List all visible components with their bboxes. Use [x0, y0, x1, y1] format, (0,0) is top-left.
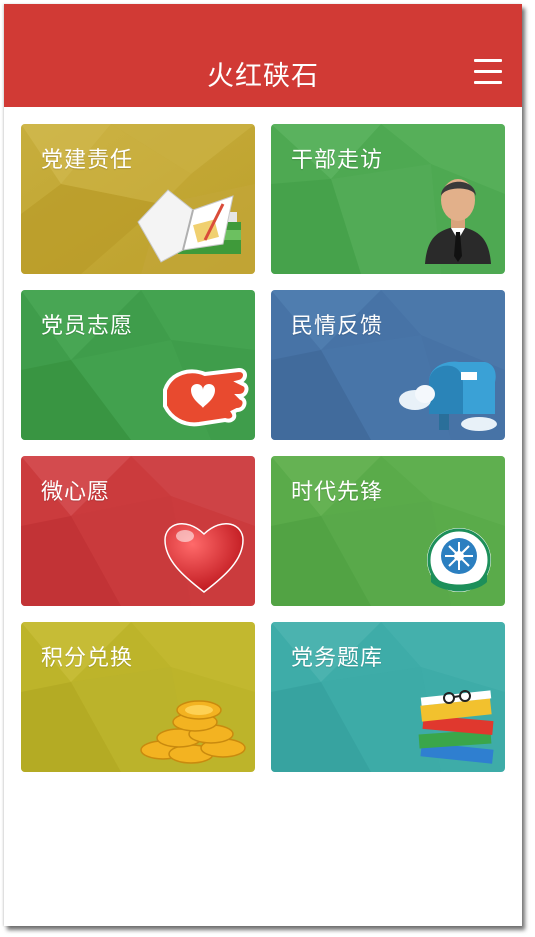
tile-label: 积分兑换	[41, 646, 134, 671]
gold-coins-icon	[140, 700, 246, 764]
tile-micro-wish[interactable]: 微心愿	[21, 456, 255, 606]
tile-label: 党员志愿	[41, 314, 134, 339]
phone-screen: 火红硖石 党建责任 干部走访 党员志愿 民情反馈 微心愿 时代先锋 积分兑换 党…	[4, 4, 522, 926]
tile-label: 干部走访	[291, 148, 384, 173]
tile-party-responsibility[interactable]: 党建责任	[21, 124, 255, 274]
tile-points-exchange[interactable]: 积分兑换	[21, 622, 255, 772]
tile-label: 民情反馈	[291, 314, 384, 339]
app-header: 火红硖石	[4, 4, 522, 107]
open-book-icon	[137, 189, 241, 263]
page-title: 火红硖石	[207, 61, 319, 92]
tile-label: 党务题库	[291, 646, 384, 671]
tile-label: 党建责任	[41, 148, 134, 173]
helping-hand-heart-icon	[163, 367, 249, 427]
mailbox-icon	[399, 361, 497, 431]
officer-avatar-icon	[425, 179, 491, 264]
tile-party-volunteer[interactable]: 党员志愿	[21, 290, 255, 440]
cadre-education-logo-icon	[427, 528, 491, 592]
tile-label: 时代先锋	[291, 480, 384, 505]
red-heart-icon	[164, 523, 244, 593]
tile-era-pioneers[interactable]: 时代先锋	[271, 456, 505, 606]
stacked-books-icon	[418, 690, 494, 764]
hamburger-menu-icon[interactable]	[474, 59, 504, 87]
tile-label: 微心愿	[41, 480, 111, 505]
tile-cadre-visits[interactable]: 干部走访	[271, 124, 505, 274]
tile-public-feedback[interactable]: 民情反馈	[271, 290, 505, 440]
tile-party-question-bank[interactable]: 党务题库	[271, 622, 505, 772]
